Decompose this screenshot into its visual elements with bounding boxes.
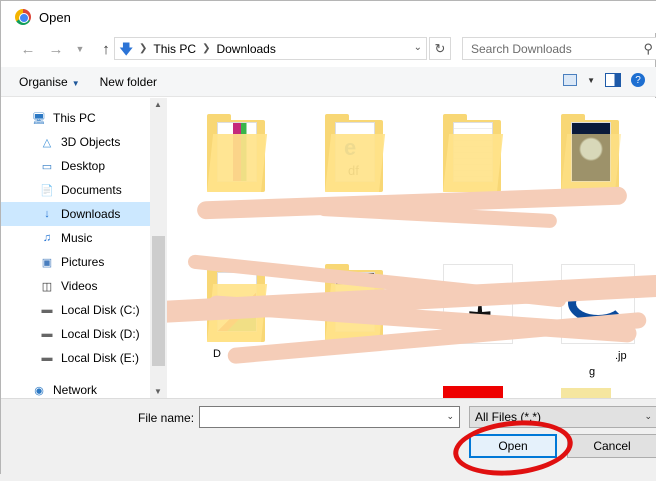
image-file-thumbnail[interactable]	[443, 386, 503, 398]
organise-button[interactable]: Organise ▼	[11, 75, 88, 89]
view-options-caret-icon[interactable]: ▼	[587, 76, 595, 85]
file-list: edf ‡ D .jp nt	[167, 98, 656, 398]
address-dropdown-icon[interactable]: ⌄	[414, 42, 422, 53]
organise-label: Organise	[19, 74, 68, 89]
sidebar-item-this-pc[interactable]: 🖥 This PC	[1, 106, 150, 130]
cube-icon: △	[42, 136, 52, 149]
file-name-input[interactable]: ⌄	[199, 406, 460, 428]
sidebar-item-label: Pictures	[61, 255, 105, 269]
sidebar-item-label: This PC	[53, 111, 96, 125]
image-file-thumbnail[interactable]	[561, 388, 611, 398]
sidebar-item-documents[interactable]: 📄 Documents	[1, 178, 150, 202]
folder-item[interactable]	[443, 114, 504, 192]
picture-icon: ▣	[41, 256, 53, 269]
sidebar-item-music[interactable]: ♫ Music	[1, 226, 150, 250]
file-name-partial: .jp	[615, 350, 627, 362]
file-name-partial: D	[213, 348, 221, 360]
desktop-icon: ▭	[41, 160, 53, 173]
command-toolbar: Organise ▼ New folder ▼ ?	[1, 67, 656, 97]
search-input[interactable]: Search Downloads ⚲	[462, 37, 656, 60]
search-placeholder: Search Downloads	[471, 41, 572, 56]
navigation-pane: 🖥 This PC △ 3D Objects ▭ Desktop 📄 Documents ↓ Do…	[1, 98, 167, 398]
sidebar-item-downloads[interactable]: ↓ Downloads	[1, 202, 150, 226]
dialog-title: Open	[39, 9, 71, 25]
computer-icon: 🖥	[32, 112, 46, 125]
sidebar-item-3d-objects[interactable]: △ 3D Objects	[1, 130, 150, 154]
folder-item[interactable]: edf	[325, 114, 386, 192]
sidebar-item-desktop[interactable]: ▭ Desktop	[1, 154, 150, 178]
chevron-down-icon: ▼	[71, 78, 80, 88]
chevron-down-icon[interactable]: ⌄	[446, 411, 454, 422]
sidebar-item-label: Videos	[61, 279, 98, 293]
sidebar-item-label: Music	[61, 231, 93, 245]
sidebar-item-label: Local Disk (E:)	[61, 351, 140, 365]
search-icon: ⚲	[643, 41, 653, 56]
sidebar-item-pictures[interactable]: ▣ Pictures	[1, 250, 150, 274]
sidebar-item-videos[interactable]: ◫ Videos	[1, 274, 150, 298]
forward-arrow-icon[interactable]: →	[45, 38, 67, 60]
download-location-icon: 🡇	[119, 40, 134, 57]
help-icon[interactable]: ?	[631, 73, 645, 87]
drive-icon: ▬	[41, 304, 53, 316]
download-icon: ↓	[44, 208, 50, 220]
sidebar-item-label: Local Disk (D:)	[61, 327, 140, 341]
breadcrumb-separator[interactable]: ❯	[202, 43, 210, 54]
sidebar-item-label: Network	[53, 383, 98, 397]
open-dialog: Open ← → ▼ ↑ 🡇 ❯ This PC ❯ Downloads ⌄ ↻…	[0, 0, 656, 481]
back-arrow-icon[interactable]: ←	[17, 38, 39, 60]
title-bar: Open	[1, 1, 656, 33]
breadcrumb-downloads[interactable]: Downloads	[216, 42, 275, 56]
address-bar[interactable]: 🡇 ❯ This PC ❯ Downloads ⌄	[114, 37, 427, 60]
cancel-button[interactable]: Cancel	[567, 434, 656, 458]
new-folder-button[interactable]: New folder	[92, 75, 165, 89]
scroll-down-icon[interactable]: ▼	[154, 387, 162, 396]
file-name-label: File name:	[138, 411, 195, 425]
recent-locations-caret-icon[interactable]: ▼	[69, 38, 91, 60]
scroll-up-icon[interactable]: ▲	[154, 100, 162, 109]
navigation-scrollbar[interactable]: ▲ ▼	[150, 98, 167, 398]
folder-item[interactable]	[561, 114, 622, 192]
video-icon: ◫	[41, 280, 53, 293]
drive-icon: ▬	[41, 352, 53, 364]
sidebar-item-label: Desktop	[61, 159, 106, 173]
breadcrumb-separator[interactable]: ❯	[139, 43, 147, 54]
network-icon: ◉	[34, 384, 44, 397]
sidebar-item-local-disk-c[interactable]: ▬ Local Disk (C:)	[1, 298, 150, 322]
sidebar-item-local-disk-d[interactable]: ▬ Local Disk (D:)	[1, 322, 150, 346]
drive-icon: ▬	[41, 328, 53, 340]
scrollbar-thumb[interactable]	[152, 236, 165, 366]
file-name-partial: g	[589, 366, 596, 378]
breadcrumb-this-pc[interactable]: This PC	[153, 42, 196, 56]
sidebar-item-local-disk-e[interactable]: ▬ Local Disk (E:)	[1, 346, 150, 370]
music-icon: ♫	[42, 232, 52, 244]
navigation-bar: ← → ▼ ↑ 🡇 ❯ This PC ❯ Downloads ⌄ ↻ Sear…	[1, 35, 656, 63]
preview-pane-icon[interactable]	[605, 73, 621, 87]
refresh-icon[interactable]: ↻	[429, 37, 451, 60]
sidebar-item-label: Documents	[61, 183, 122, 197]
sidebar-item-label: Local Disk (C:)	[61, 303, 140, 317]
sidebar-item-label: Downloads	[61, 207, 121, 221]
folder-item[interactable]	[207, 114, 268, 192]
sidebar-item-label: 3D Objects	[61, 135, 121, 149]
document-icon: 📄	[40, 184, 54, 197]
view-options-icon[interactable]	[563, 74, 578, 86]
chevron-down-icon[interactable]: ⌄	[644, 411, 652, 422]
chrome-icon	[15, 9, 31, 25]
